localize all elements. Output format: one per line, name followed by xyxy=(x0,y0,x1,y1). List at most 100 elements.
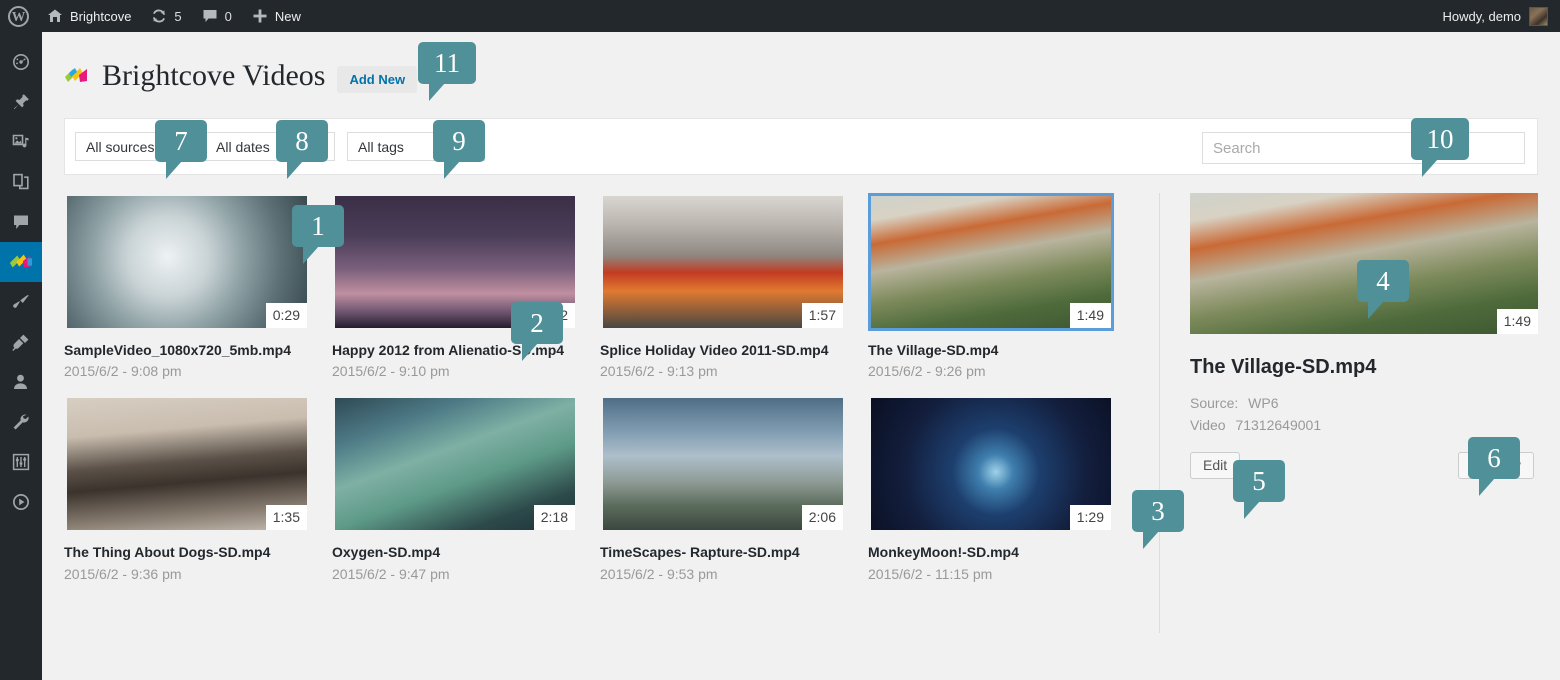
callout-marker-9: 9 xyxy=(433,120,485,179)
video-date: 2015/6/2 - 9:53 pm xyxy=(600,565,718,582)
video-date: 2015/6/2 - 11:15 pm xyxy=(868,565,993,582)
comments-button[interactable]: 0 xyxy=(192,0,242,32)
new-content-button[interactable]: New xyxy=(242,0,311,32)
duration-badge: 1:49 xyxy=(1069,303,1111,328)
video-thumbnail[interactable]: 1:49 xyxy=(868,193,1114,331)
date-filter-label: All dates xyxy=(216,138,270,155)
sidebar-item-plugins[interactable] xyxy=(0,322,42,362)
new-content-label: New xyxy=(274,8,301,24)
video-card[interactable]: 2:18 Oxygen-SD.mp4 2015/6/2 - 9:47 pm xyxy=(332,395,599,582)
updates-button[interactable]: 5 xyxy=(141,0,191,32)
detail-video-id-label: Video xyxy=(1190,416,1226,433)
brightcove-icon xyxy=(9,252,33,272)
sidebar-item-appearance[interactable] xyxy=(0,282,42,322)
callout-marker-7: 7 xyxy=(155,120,207,179)
sidebar-item-media[interactable] xyxy=(0,122,42,162)
video-date: 2015/6/2 - 9:13 pm xyxy=(600,363,718,380)
howdy-label: Howdy, demo xyxy=(1442,8,1521,24)
site-name-button[interactable]: Brightcove xyxy=(37,0,141,32)
comments-count: 0 xyxy=(224,8,232,24)
sidebar-item-users[interactable] xyxy=(0,362,42,402)
plus-icon xyxy=(252,8,268,24)
video-grid: 0:29 SampleVideo_1080x720_5mb.mp4 2015/6/2… xyxy=(64,193,1160,598)
video-thumbnail[interactable]: 1:57 xyxy=(600,193,846,331)
video-thumbnail[interactable]: 0:29 xyxy=(64,193,310,331)
user-icon xyxy=(11,372,31,392)
duration-badge: 1:35 xyxy=(265,505,307,531)
detail-title: The Village-SD.mp4 xyxy=(1190,356,1377,378)
video-card[interactable]: 1:35 The Thing About Dogs-SD.mp4 2015/6/2 … xyxy=(64,395,331,582)
video-grid-column: 0:29 SampleVideo_1080x720_5mb.mp4 2015/6/2… xyxy=(42,193,1160,633)
callout-marker-2: 2 xyxy=(511,302,563,361)
sliders-icon xyxy=(11,452,31,472)
sidebar-item-player[interactable] xyxy=(0,482,42,522)
comment-icon xyxy=(202,8,218,24)
video-date: 2015/6/2 - 9:26 pm xyxy=(868,363,986,380)
pin-icon xyxy=(11,92,31,112)
video-date: 2015/6/2 - 9:47 pm xyxy=(332,565,450,582)
site-name-label: Brightcove xyxy=(70,8,132,24)
video-card[interactable]: 0:29 SampleVideo_1080x720_5mb.mp4 2015/6/2… xyxy=(64,193,331,379)
media-icon xyxy=(11,132,31,152)
duration-badge: 2:06 xyxy=(801,505,843,531)
search-input-wrapper[interactable]: Search xyxy=(1202,132,1525,164)
video-card[interactable]: 1:57 Splice Holiday Video 2011-SD.mp4 2015… xyxy=(600,193,867,379)
sidebar-item-settings[interactable] xyxy=(0,442,42,482)
updates-count: 5 xyxy=(174,8,182,24)
comment-icon xyxy=(11,212,31,232)
sidebar-item-pages[interactable] xyxy=(0,162,42,202)
video-title: TimeScapes- Rapture-SD.mp4 xyxy=(600,544,800,561)
sidebar-item-tools[interactable] xyxy=(0,402,42,442)
duration-badge: 1:57 xyxy=(801,303,843,328)
avatar xyxy=(1529,6,1548,26)
sidebar-item-comments[interactable] xyxy=(0,202,42,242)
callout-marker-3: 3 xyxy=(1132,490,1184,549)
plug-icon xyxy=(11,332,31,352)
wordpress-logo-button[interactable]: W xyxy=(0,0,37,32)
sidebar-item-dashboard[interactable] xyxy=(0,42,42,82)
duration-badge: 0:29 xyxy=(265,303,307,328)
updates-icon xyxy=(151,8,167,24)
detail-source-value: WP6 xyxy=(1248,395,1279,411)
add-new-button[interactable]: Add New xyxy=(337,65,418,93)
video-title: MonkeyMoon!-SD.mp4 xyxy=(868,544,1019,561)
video-title: Splice Holiday Video 2011-SD.mp4 xyxy=(600,342,829,358)
menu-spacer xyxy=(0,32,42,42)
brightcove-logo-icon xyxy=(64,64,90,88)
wordpress-icon: W xyxy=(8,5,29,27)
duration-badge: 1:29 xyxy=(1069,505,1111,531)
callout-marker-8: 8 xyxy=(276,120,328,179)
home-icon xyxy=(47,8,63,24)
video-card[interactable]: 1:29 MonkeyMoon!-SD.mp4 2015/6/2 - 11:15 p… xyxy=(868,395,1135,582)
pages-icon xyxy=(11,172,31,192)
video-card[interactable]: 2:06 TimeScapes- Rapture-SD.mp4 2015/6/2 -… xyxy=(600,395,867,582)
callout-marker-4: 4 xyxy=(1357,260,1409,319)
admin-bar: W Brightcove 5 0 New Howdy, demo xyxy=(0,0,1560,32)
my-account-button[interactable]: Howdy, demo xyxy=(1442,6,1560,26)
detail-video-id-value: 71312649001 xyxy=(1235,416,1322,433)
callout-marker-11: 11 xyxy=(418,42,476,101)
detail-metadata: Source: WP6 Video 71312649001 xyxy=(1190,393,1560,436)
admin-sidebar-menu xyxy=(0,32,50,680)
callout-marker-5: 5 xyxy=(1233,460,1285,519)
sidebar-item-posts[interactable] xyxy=(0,82,42,122)
svg-text:W: W xyxy=(12,8,26,23)
video-thumbnail[interactable]: 2:18 xyxy=(332,395,578,533)
detail-source-row: Source: WP6 xyxy=(1190,393,1560,415)
callout-marker-1: 1 xyxy=(292,205,344,264)
video-date: 2015/6/2 - 9:36 pm xyxy=(64,565,182,582)
video-date: 2015/6/2 - 9:08 pm xyxy=(64,363,182,380)
search-placeholder: Search xyxy=(1213,139,1261,157)
brush-icon xyxy=(11,292,31,312)
detail-duration-badge: 1:49 xyxy=(1496,309,1538,334)
video-card[interactable]: 1:52Happy 2012 from Alienatio-SD.mp42015… xyxy=(332,193,599,379)
video-card[interactable]: 1:49 The Village-SD.mp4 2015/6/2 - 9:26 pm xyxy=(868,193,1135,379)
video-detail-panel: 1:49 The Village-SD.mp4 Source: WP6 Vide… xyxy=(1160,193,1560,598)
sidebar-item-brightcove[interactable] xyxy=(0,242,50,282)
video-title: Oxygen-SD.mp4 xyxy=(332,544,441,561)
callout-marker-6: 6 xyxy=(1468,437,1520,496)
video-thumbnail[interactable]: 2:06 xyxy=(600,395,846,533)
video-date: 2015/6/2 - 9:10 pm xyxy=(332,363,450,380)
video-thumbnail[interactable]: 1:35 xyxy=(64,395,310,533)
video-thumbnail[interactable]: 1:29 xyxy=(868,395,1114,533)
